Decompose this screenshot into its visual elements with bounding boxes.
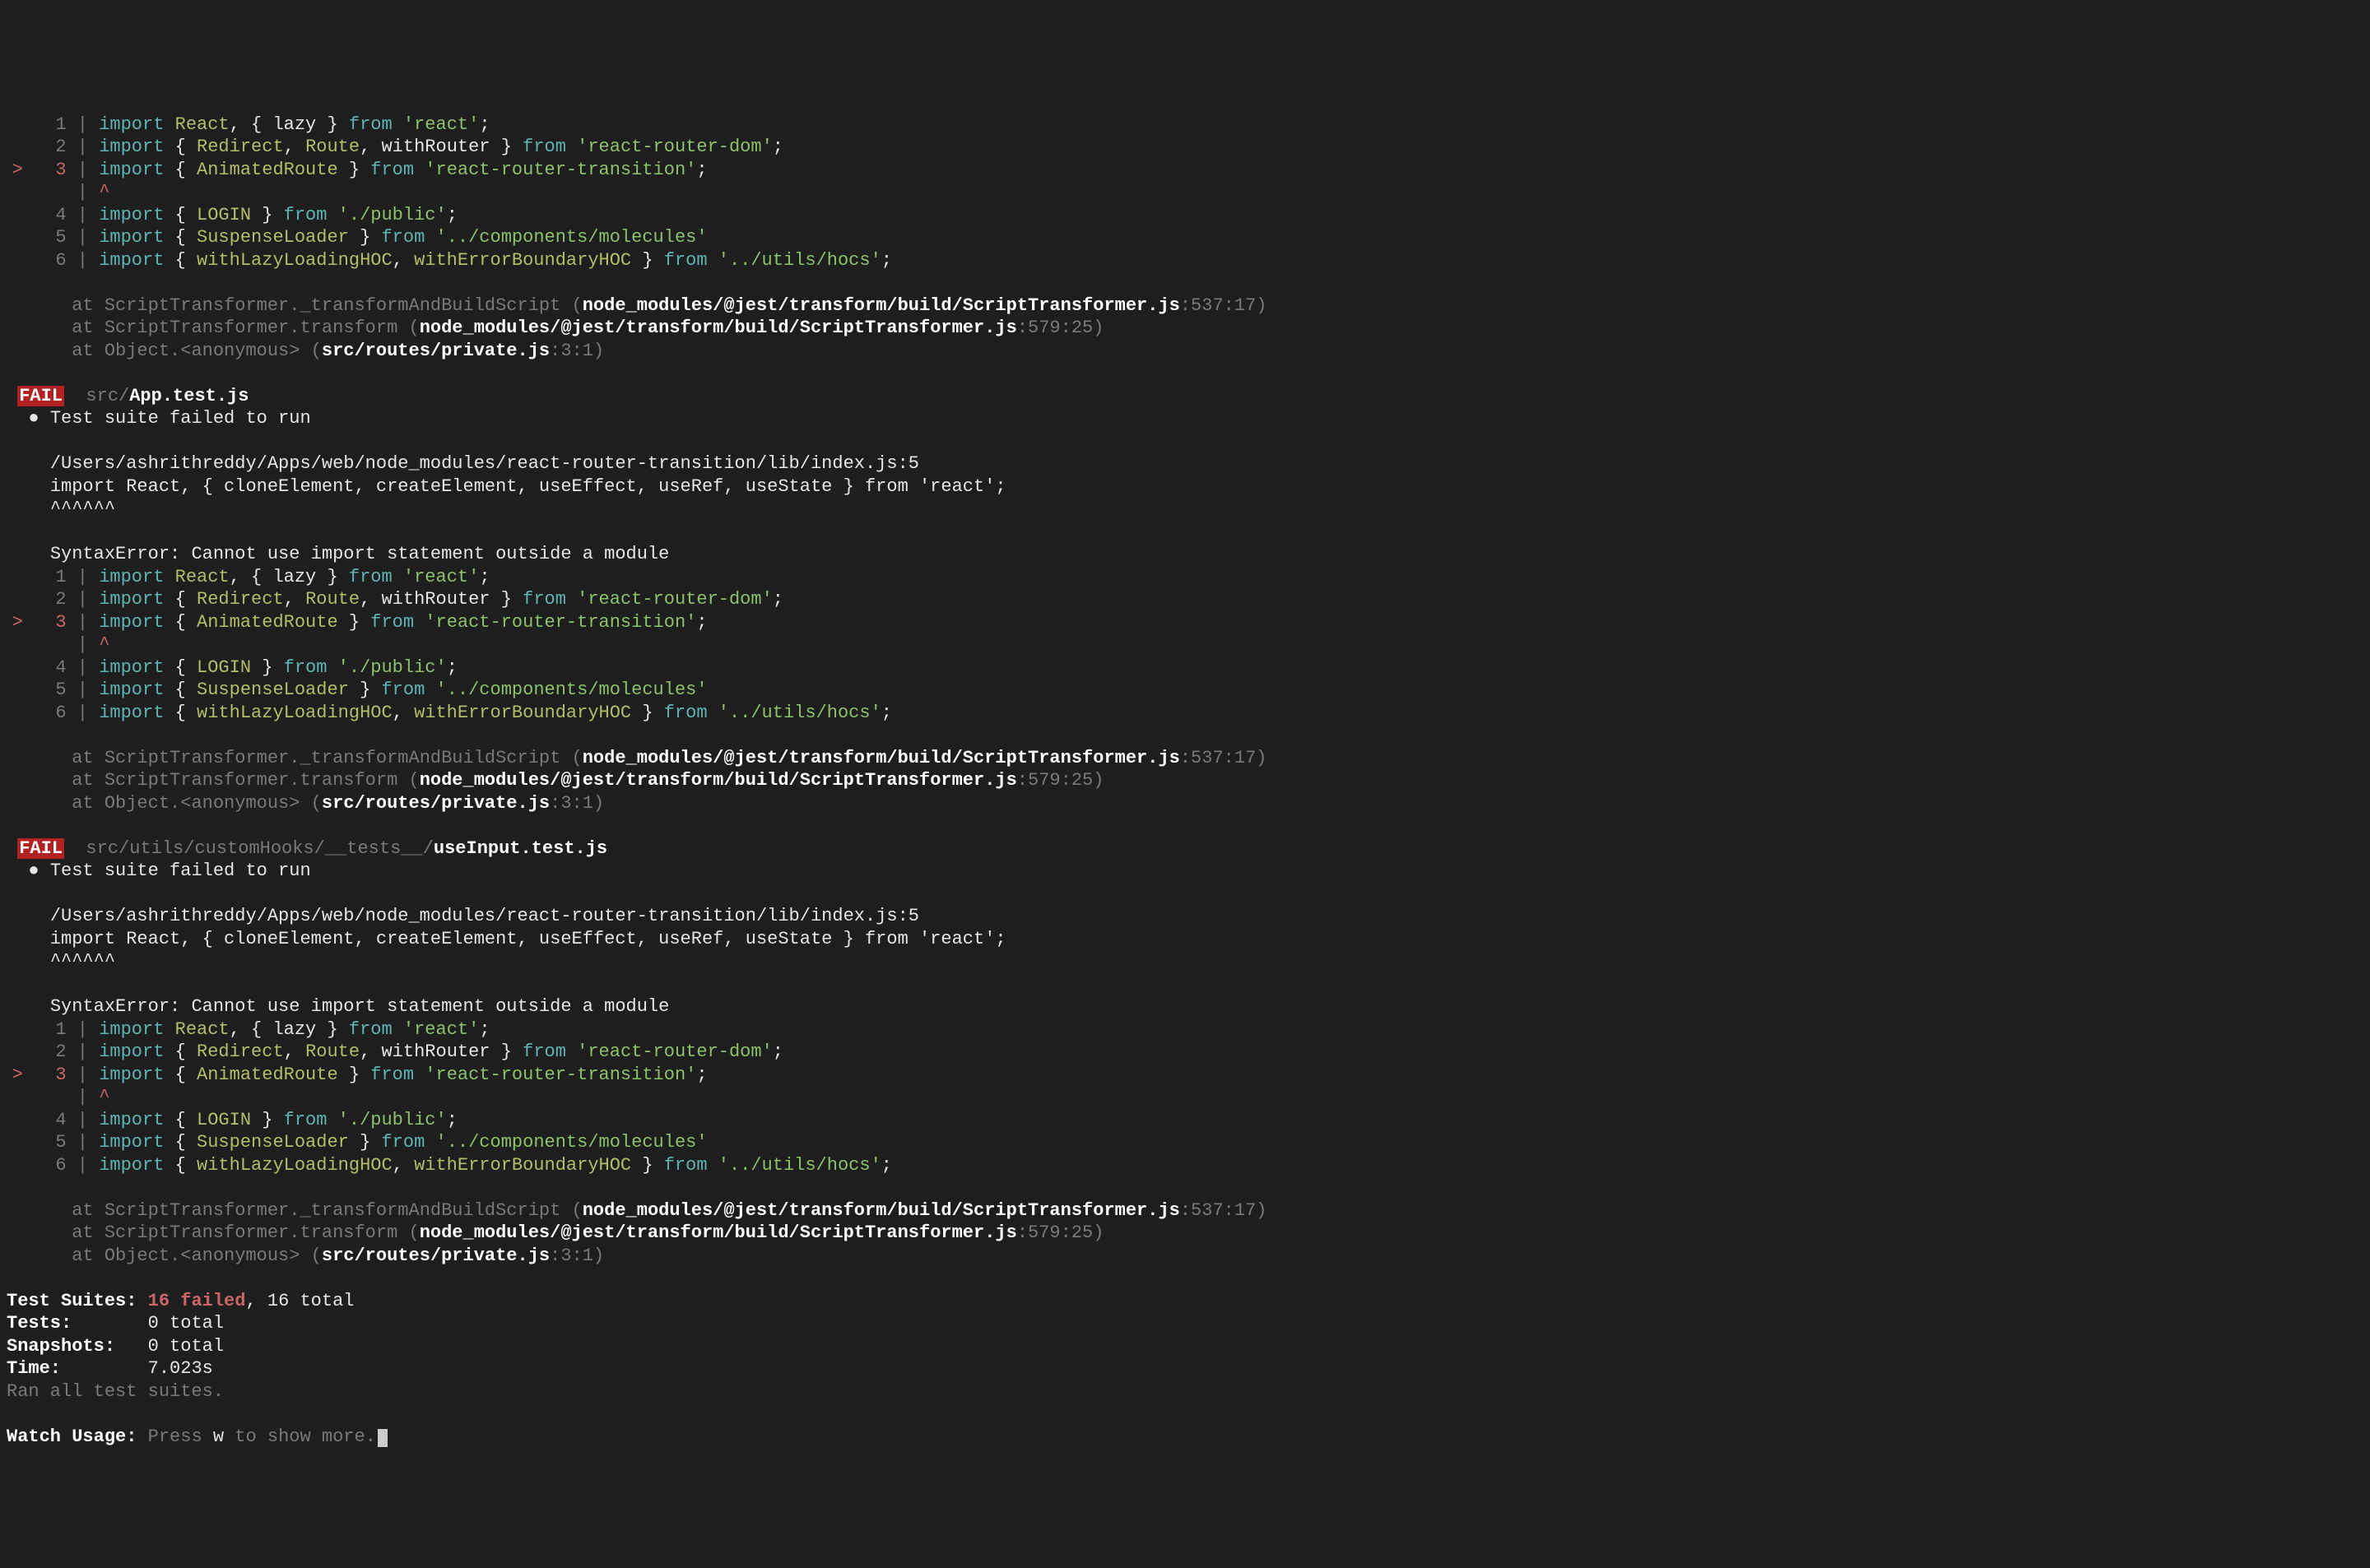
bullet-icon: ● bbox=[28, 408, 39, 429]
bullet-icon: ● bbox=[28, 861, 39, 881]
stack-trace-top: at ScriptTransformer._transformAndBuildS… bbox=[7, 295, 2363, 363]
code-block-top: 1 | import React, { lazy } from 'react';… bbox=[7, 114, 2363, 272]
test-summary: Test Suites: 16 failed, 16 total Tests: … bbox=[7, 1290, 2363, 1403]
fail-badge: FAIL bbox=[17, 386, 64, 406]
code-block-2: 1 | import React, { lazy } from 'react';… bbox=[7, 1018, 2363, 1177]
cursor-icon bbox=[378, 1429, 388, 1447]
stack-trace-1: at ScriptTransformer._transformAndBuildS… bbox=[7, 747, 2363, 815]
stack-trace-2: at ScriptTransformer._transformAndBuildS… bbox=[7, 1199, 2363, 1268]
watch-usage-prompt[interactable]: Watch Usage: Press w to show more. bbox=[7, 1426, 2363, 1449]
fail-block-2: FAIL src/utils/customHooks/__tests__/use… bbox=[7, 837, 2363, 1018]
code-block-1: 1 | import React, { lazy } from 'react';… bbox=[7, 566, 2363, 725]
terminal-output: 1 | import React, { lazy } from 'react';… bbox=[0, 114, 2370, 1455]
fail-block-1: FAIL src/App.test.js ● Test suite failed… bbox=[7, 385, 2363, 566]
fail-badge: FAIL bbox=[17, 838, 64, 859]
